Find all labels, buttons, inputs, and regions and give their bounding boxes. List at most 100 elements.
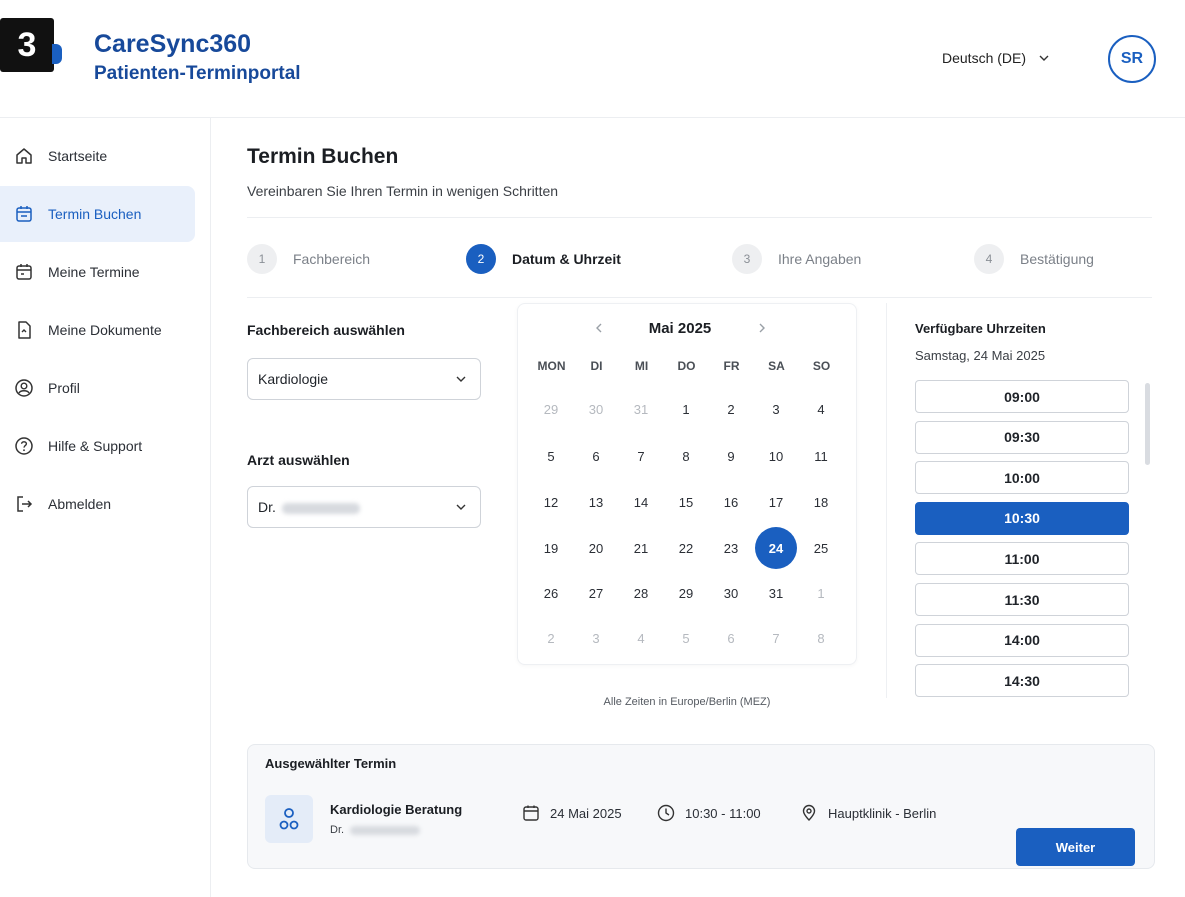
calendar-day[interactable]: 29 (530, 388, 572, 430)
calendar-day[interactable]: 29 (665, 572, 707, 614)
calendar-day[interactable]: 31 (755, 572, 797, 614)
calendar-day[interactable]: 21 (620, 527, 662, 569)
calendar-day[interactable]: 15 (665, 481, 707, 523)
sidebar-item-startseite[interactable]: Startseite (0, 128, 195, 184)
step-label: Ihre Angaben (778, 251, 862, 267)
step-bestaetigung[interactable]: 4 Bestätigung (974, 244, 1094, 274)
time-slot-selected[interactable]: 10:30 (915, 501, 1129, 535)
appointment-time-text: 10:30 - 11:00 (685, 805, 761, 821)
calendar-day[interactable]: 30 (575, 388, 617, 430)
appointment-location-text: Hauptklinik - Berlin (828, 805, 937, 821)
appointment-name: Kardiologie Beratung (330, 802, 463, 817)
next-button[interactable]: Weiter (1016, 828, 1135, 866)
appointment-location: Hauptklinik - Berlin (800, 804, 936, 822)
sidebar-item-label: Profil (48, 380, 80, 396)
calendar-day[interactable]: 6 (575, 435, 617, 477)
user-avatar[interactable]: SR (1108, 35, 1156, 83)
logo-mark (52, 44, 62, 64)
language-selector[interactable]: Deutsch (DE) (942, 50, 1050, 66)
summary-title: Ausgewählter Termin (265, 756, 397, 771)
time-slot[interactable]: 09:00 (915, 380, 1129, 413)
calendar-day[interactable]: 12 (530, 481, 572, 523)
sidebar-item-label: Termin Buchen (48, 206, 142, 222)
calendar-day[interactable]: 1 (800, 572, 842, 614)
calendar-day[interactable]: 7 (755, 617, 797, 659)
divider (247, 297, 1152, 298)
time-slot[interactable]: 11:00 (915, 542, 1129, 576)
calendar-day[interactable]: 4 (800, 388, 842, 430)
calendar-day[interactable]: 19 (530, 527, 572, 569)
calendar-day[interactable]: 5 (665, 617, 707, 659)
calendar-day[interactable]: 10 (755, 435, 797, 477)
sidebar-item-abmelden[interactable]: Abmelden (0, 476, 195, 532)
calendar-day[interactable]: 20 (575, 527, 617, 569)
time-slot[interactable]: 11:30 (915, 583, 1129, 616)
calendar-day[interactable]: 11 (800, 435, 842, 477)
calendar-day[interactable]: 26 (530, 572, 572, 614)
calendar-day[interactable]: 22 (665, 527, 707, 569)
calendar-day[interactable]: 2 (710, 388, 752, 430)
weekday-header: SO (812, 359, 831, 373)
calendar-day[interactable]: 16 (710, 481, 752, 523)
appointment-doctor: Dr. (330, 824, 421, 836)
calendar-day[interactable]: 3 (575, 617, 617, 659)
calendar-day-selected[interactable]: 24 (755, 527, 797, 569)
calendar-day[interactable]: 18 (800, 481, 842, 523)
logout-icon (17, 496, 33, 512)
time-slot[interactable]: 14:30 (915, 664, 1129, 698)
calendar-day[interactable]: 8 (665, 435, 707, 477)
calendar-day[interactable]: 6 (710, 617, 752, 659)
times-title: Verfügbare Uhrzeiten (915, 321, 1046, 336)
redacted-name (281, 502, 360, 514)
calendar-day[interactable]: 5 (530, 435, 572, 477)
calendar-day[interactable]: 2 (530, 617, 572, 659)
step-ihre-angaben[interactable]: 3 Ihre Angaben (732, 244, 861, 274)
doctor-select[interactable]: Dr. (247, 486, 481, 528)
calendar-day[interactable]: 23 (710, 527, 752, 569)
calendar-day[interactable]: 14 (620, 481, 662, 523)
user-icon (15, 379, 33, 397)
calendar-day[interactable]: 13 (575, 481, 617, 523)
calendar-day[interactable]: 27 (575, 572, 617, 614)
calendar-day[interactable]: 25 (800, 527, 842, 569)
chevron-down-icon (456, 504, 466, 510)
page-subtitle: Vereinbaren Sie Ihren Termin in wenigen … (247, 183, 559, 199)
step-number: 2 (466, 244, 496, 274)
sidebar-item-meine-dokumente[interactable]: Meine Dokumente (0, 302, 195, 358)
specialty-select[interactable]: Kardiologie (247, 358, 481, 400)
time-slot[interactable]: 14:00 (915, 623, 1129, 657)
step-number: 4 (974, 244, 1004, 274)
weekday-header: DI (590, 359, 603, 373)
appointment-doctor-prefix: Dr. (330, 824, 345, 836)
times-scrollbar[interactable] (1145, 383, 1150, 465)
calendar-day[interactable]: 30 (710, 572, 752, 614)
calendar-day[interactable]: 9 (710, 435, 752, 477)
document-icon (18, 321, 31, 339)
calendar-day[interactable]: 28 (620, 572, 662, 614)
appointment-icon-box (265, 795, 313, 843)
calendar-day[interactable]: 3 (755, 388, 797, 430)
sidebar-item-profil[interactable]: Profil (0, 360, 195, 416)
next-month-button[interactable] (750, 316, 774, 340)
location-icon (802, 804, 816, 821)
calendar-day[interactable]: 17 (755, 481, 797, 523)
sidebar-item-hilfe-support[interactable]: Hilfe & Support (0, 418, 195, 474)
appointment-time: 10:30 - 11:00 (657, 804, 761, 822)
divider (247, 217, 1152, 218)
step-fachbereich[interactable]: 1 Fachbereich (247, 244, 370, 274)
step-label: Datum & Uhrzeit (512, 251, 621, 267)
calendar-icon (523, 805, 539, 821)
sidebar-item-termin-buchen[interactable]: Termin Buchen (0, 186, 195, 242)
sidebar-item-meine-termine[interactable]: Meine Termine (0, 244, 195, 300)
appointment-date-text: 24 Mai 2025 (550, 805, 622, 821)
calendar-day[interactable]: 8 (800, 617, 842, 659)
calendar-day[interactable]: 4 (620, 617, 662, 659)
doctor-value: Dr. (258, 499, 276, 515)
step-datum-uhrzeit[interactable]: 2 Datum & Uhrzeit (466, 244, 621, 274)
calendar-day[interactable]: 31 (620, 388, 662, 430)
calendar-day[interactable]: 1 (665, 388, 707, 430)
time-slot[interactable]: 09:30 (915, 420, 1129, 454)
times-date: Samstag, 24 Mai 2025 (915, 348, 1046, 363)
time-slot[interactable]: 10:00 (915, 461, 1129, 495)
calendar-day[interactable]: 7 (620, 435, 662, 477)
